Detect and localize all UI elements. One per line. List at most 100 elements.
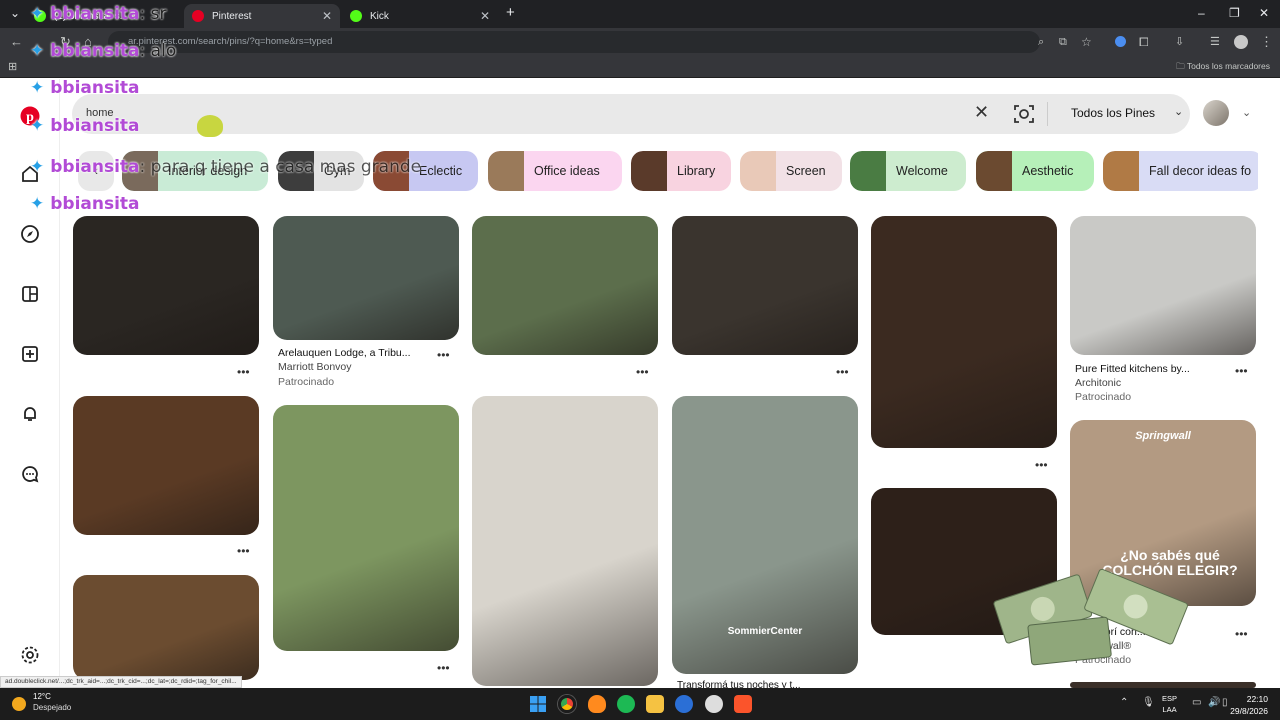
close-window-icon[interactable]: ✕: [1259, 6, 1269, 20]
chip-office-ideas[interactable]: Office ideas: [488, 151, 622, 191]
pin-more-options[interactable]: •••: [1035, 458, 1048, 472]
kick-badge-icon: ✦: [30, 41, 45, 61]
settings-gear-icon[interactable]: [19, 644, 41, 666]
pin-stair-hall[interactable]: [73, 396, 259, 535]
pin-more-options[interactable]: •••: [1235, 627, 1248, 641]
tab-pinterest[interactable]: Pinterest ✕: [184, 4, 340, 28]
clear-search-icon[interactable]: ✕: [974, 102, 989, 123]
pin-more-options[interactable]: •••: [437, 661, 450, 675]
clock-date: 29/8/2026: [1230, 706, 1268, 716]
pin-lodge[interactable]: [273, 216, 459, 340]
bookmark-star-icon[interactable]: ☆: [1081, 34, 1092, 50]
chat-username: bbiansita: [50, 157, 140, 177]
chip-welcome[interactable]: Welcome: [850, 151, 966, 191]
side-panel-icon[interactable]: ☰: [1210, 34, 1220, 50]
microphone-icon[interactable]: 🎙: [1142, 697, 1155, 708]
visual-search-camera-icon[interactable]: [1013, 103, 1035, 125]
kick-badge-icon: ✦: [30, 157, 45, 177]
edge-icon[interactable]: [675, 695, 693, 713]
weather-moon-icon[interactable]: [12, 697, 26, 711]
pin-title[interactable]: Pure Fitted kitchens by...: [1075, 363, 1190, 375]
clock-time: 22:10: [1246, 694, 1268, 704]
user-avatar[interactable]: [1203, 100, 1229, 126]
weather-desc[interactable]: Despejado: [33, 703, 71, 712]
pinterest-favicon-icon: [192, 10, 204, 22]
pin-more-options[interactable]: •••: [1235, 364, 1248, 378]
lang-layout: LAA: [1162, 705, 1177, 714]
system-clock[interactable]: 22:10 29/8/2026: [1230, 693, 1268, 717]
pin-warm-dining[interactable]: [871, 216, 1057, 448]
pepe-emote-icon: [197, 115, 224, 137]
boards-icon[interactable]: [19, 283, 41, 305]
chat-message: ✦ bbiansita: [30, 115, 224, 137]
obs-icon[interactable]: [705, 695, 723, 713]
pin-more-options[interactable]: •••: [636, 365, 649, 379]
minimize-icon[interactable]: –: [1198, 6, 1205, 20]
kick-badge-icon: ✦: [30, 194, 45, 214]
windows-start-icon[interactable]: [529, 695, 547, 713]
pin-ceiling-lights[interactable]: [73, 575, 259, 680]
chrome-icon[interactable]: [558, 695, 576, 713]
pin-dark-living-room[interactable]: [73, 216, 259, 355]
back-icon[interactable]: ←: [10, 34, 23, 50]
extension-icon[interactable]: [1115, 36, 1126, 47]
pin-mattress-ad[interactable]: SommierCenter: [672, 396, 858, 674]
pin-white-kitchen-2[interactable]: [472, 396, 658, 686]
apps-grid-icon[interactable]: ⊞: [8, 59, 17, 75]
language-indicator[interactable]: ESP LAA: [1162, 693, 1177, 715]
close-tab-icon[interactable]: ✕: [480, 9, 490, 23]
pin-title[interactable]: Arelauquen Lodge, a Tribu...: [278, 347, 411, 359]
pin-advertiser[interactable]: Marriott Bonvoy: [278, 361, 352, 373]
chat-message: ✦ bbiansita: alo: [30, 41, 176, 61]
pin-white-kitchen[interactable]: [1070, 216, 1256, 355]
tab-kick[interactable]: Kick ✕: [342, 4, 498, 28]
pin-type-filter[interactable]: Todos los Pines: [1071, 106, 1155, 120]
account-chevron-down-icon[interactable]: ⌄: [1242, 106, 1251, 119]
file-explorer-icon[interactable]: [646, 695, 664, 713]
weather-temp[interactable]: 12°C: [33, 692, 51, 701]
tab-search-chevron-icon[interactable]: ⌄: [10, 6, 20, 20]
downloads-icon[interactable]: ⇩: [1175, 34, 1184, 50]
cast-icon[interactable]: ⧉: [1059, 34, 1067, 50]
tray-overflow-icon[interactable]: ⌃: [1120, 697, 1128, 708]
notifications-bell-icon[interactable]: [19, 403, 41, 425]
pin-farmhouse[interactable]: [273, 405, 459, 651]
maximize-icon[interactable]: ❐: [1229, 6, 1240, 20]
windows-taskbar: 12°C Despejado ⌃ 🎙 ESP LAA ▭ 🔊 ▯ 22:10 29/…: [0, 688, 1280, 720]
new-tab-button[interactable]: +: [506, 4, 515, 21]
spotify-icon[interactable]: [617, 695, 635, 713]
explore-compass-icon[interactable]: [19, 223, 41, 245]
chip-screen[interactable]: Screen: [740, 151, 842, 191]
chip-fall-decor-ideas[interactable]: Fall decor ideas fo: [1103, 151, 1258, 191]
create-plus-icon[interactable]: [19, 343, 41, 365]
pin-blue-house[interactable]: [472, 216, 658, 355]
kick-badge-icon: ✦: [30, 4, 45, 24]
address-bar[interactable]: ar.pinterest.com/search/pins/?q=home&rs=…: [108, 31, 1040, 53]
pin-cozy-lounge[interactable]: [672, 216, 858, 355]
extensions-puzzle-icon[interactable]: ⧠: [1139, 34, 1149, 50]
brave-browser-icon[interactable]: [734, 695, 752, 713]
pin-more-options[interactable]: •••: [237, 544, 250, 558]
menu-kebab-icon[interactable]: ⋮: [1260, 34, 1273, 50]
brave-icon[interactable]: [588, 695, 606, 713]
pin-advertiser[interactable]: Architonic: [1075, 377, 1121, 389]
search-bar[interactable]: home ✕ Todos los Pines ⌄: [72, 94, 1190, 134]
profile-avatar-icon[interactable]: [1234, 35, 1248, 49]
network-icon[interactable]: ▭: [1192, 697, 1201, 708]
zoom-icon[interactable]: ⌕: [1038, 34, 1044, 50]
chevron-down-icon[interactable]: ⌄: [1174, 105, 1183, 118]
tab-title: Pinterest: [212, 10, 252, 22]
chip-library[interactable]: Library: [631, 151, 731, 191]
messages-icon[interactable]: [19, 463, 41, 485]
volume-icon[interactable]: 🔊: [1208, 697, 1220, 708]
chat-text: : sr: [139, 4, 167, 24]
battery-icon[interactable]: ▯: [1222, 697, 1228, 708]
close-tab-icon[interactable]: ✕: [322, 9, 332, 23]
chip-aesthetic[interactable]: Aesthetic: [976, 151, 1094, 191]
all-bookmarks-folder[interactable]: 🗀 Todos los marcadores: [1176, 61, 1270, 75]
ad-brand-logo: SommierCenter: [727, 626, 803, 637]
pin-more-options[interactable]: •••: [836, 365, 849, 379]
pin-more-options[interactable]: •••: [437, 348, 450, 362]
kick-badge-icon: ✦: [30, 78, 45, 98]
pin-more-options[interactable]: •••: [237, 365, 250, 379]
